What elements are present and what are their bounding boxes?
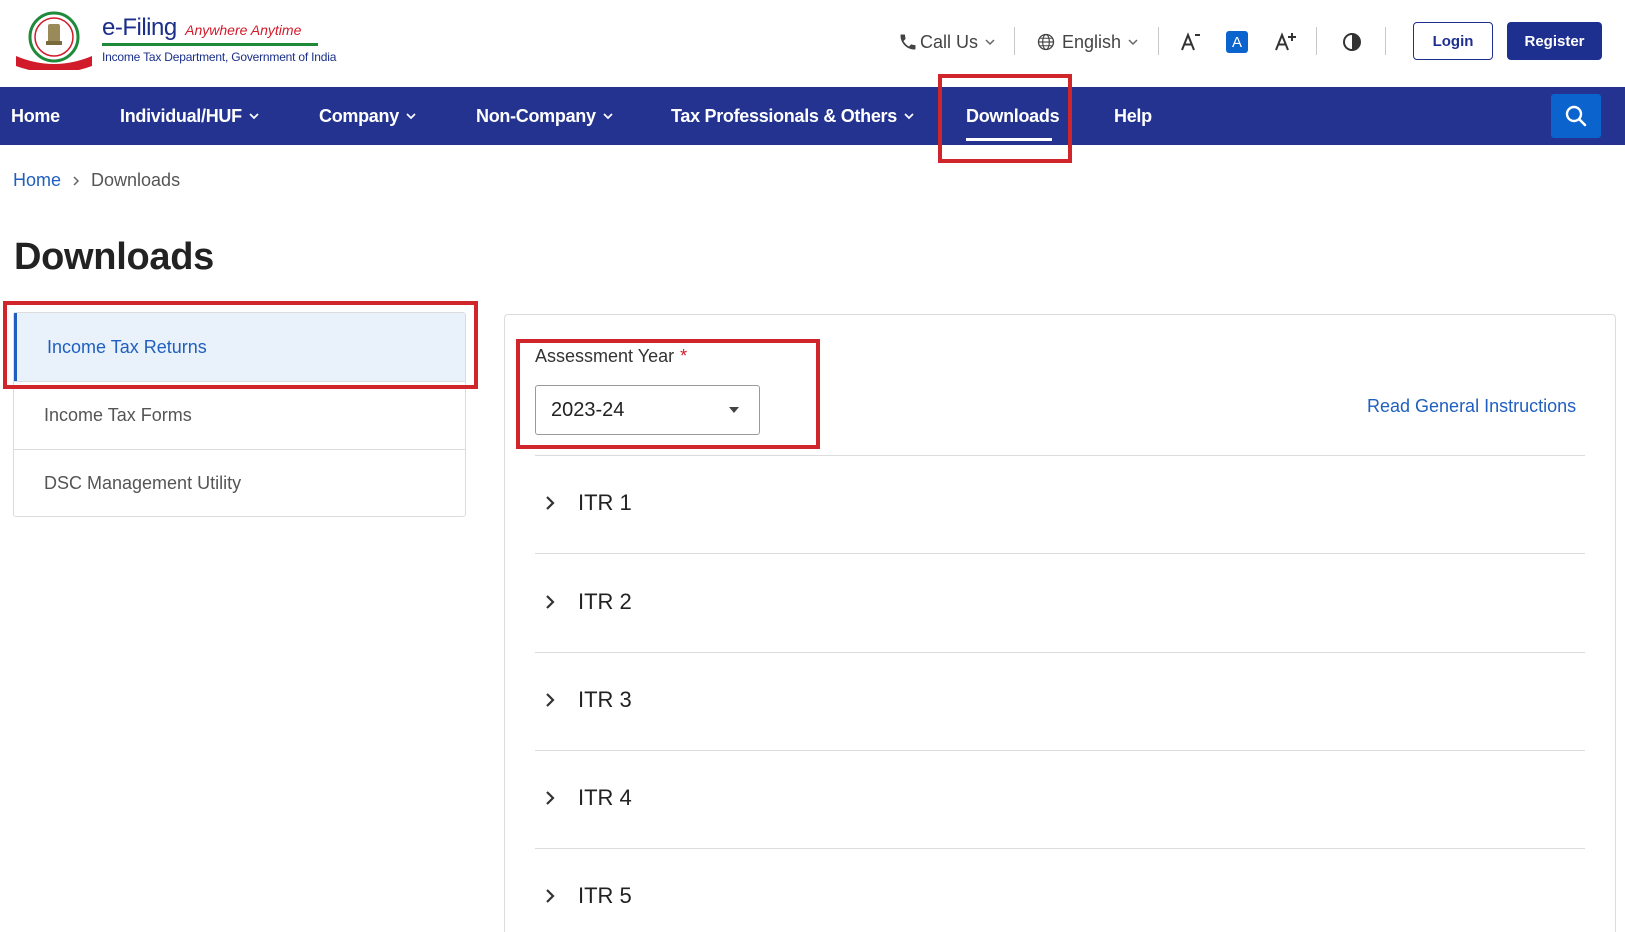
accordion-label: ITR 5 xyxy=(578,883,632,908)
required-mark: * xyxy=(680,346,688,366)
nav-item-help[interactable]: Help xyxy=(1114,87,1152,145)
page-title: Downloads xyxy=(14,236,214,278)
globe-icon xyxy=(1037,33,1055,51)
nav-item-label: Downloads xyxy=(966,105,1060,126)
font-normal-button[interactable]: A xyxy=(1226,22,1248,62)
accordion-divider xyxy=(535,652,1585,653)
breadcrumb: Home Downloads xyxy=(13,170,180,191)
login-button[interactable]: Login xyxy=(1413,22,1493,60)
nav-item-individual-huf[interactable]: Individual/HUF xyxy=(120,87,260,145)
search-button[interactable] xyxy=(1551,94,1601,138)
sidebar-item-dsc-management-utility[interactable]: DSC Management Utility xyxy=(14,450,465,517)
font-increase-icon xyxy=(1275,32,1296,51)
nav-item-label: Help xyxy=(1114,105,1152,126)
downloads-sidebar: Income Tax Returns Income Tax Forms DSC … xyxy=(13,312,466,517)
header-divider xyxy=(1158,27,1159,55)
search-icon xyxy=(1565,105,1587,127)
sidebar-item-label: Income Tax Forms xyxy=(44,405,192,425)
header-divider xyxy=(1385,27,1386,55)
read-general-instructions-link[interactable]: Read General Instructions xyxy=(1367,396,1576,417)
header-tools: Call Us English A Login Register xyxy=(0,22,1625,62)
chevron-right-icon xyxy=(546,791,555,805)
nav-item-label: Company xyxy=(319,105,399,126)
main-nav: Home Individual/HUF Company Non-Company … xyxy=(0,87,1625,145)
chevron-right-icon xyxy=(546,496,555,510)
assessment-year-label: Assessment Year * xyxy=(535,346,687,367)
chevron-down-icon xyxy=(406,113,416,120)
font-decrease-icon xyxy=(1181,32,1200,51)
accordion-itr-5[interactable]: ITR 5 xyxy=(535,866,1585,926)
call-us-dropdown[interactable]: Call Us xyxy=(898,22,996,62)
sidebar-item-label: Income Tax Returns xyxy=(47,336,207,357)
language-label: English xyxy=(1062,31,1122,52)
font-normal-icon: A xyxy=(1226,31,1248,53)
sidebar-item-income-tax-returns[interactable]: Income Tax Returns xyxy=(14,313,465,381)
font-increase-button[interactable] xyxy=(1274,22,1298,62)
nav-item-non-company[interactable]: Non-Company xyxy=(476,87,614,145)
chevron-down-icon xyxy=(985,39,995,46)
accordion-divider xyxy=(535,455,1585,456)
chevron-down-icon xyxy=(1128,39,1138,46)
nav-item-label: Tax Professionals & Others xyxy=(671,105,897,126)
accordion-divider xyxy=(535,750,1585,751)
nav-active-indicator xyxy=(966,138,1052,141)
assessment-year-label-text: Assessment Year xyxy=(535,346,675,366)
accordion-itr-4[interactable]: ITR 4 xyxy=(535,768,1585,828)
header-divider xyxy=(1316,27,1317,55)
accordion-divider xyxy=(535,848,1585,849)
nav-item-home[interactable]: Home xyxy=(11,87,60,145)
accordion-itr-3[interactable]: ITR 3 xyxy=(535,670,1585,730)
accordion-itr-2[interactable]: ITR 2 xyxy=(535,572,1585,632)
contrast-toggle[interactable] xyxy=(1342,22,1362,62)
caret-down-icon xyxy=(729,407,739,413)
site-header: e-Filing Anywhere Anytime Income Tax Dep… xyxy=(0,0,1625,87)
nav-item-company[interactable]: Company xyxy=(319,87,417,145)
chevron-right-icon xyxy=(546,595,555,609)
accordion-divider xyxy=(535,553,1585,554)
assessment-year-select[interactable]: 2023-24 xyxy=(535,385,760,435)
breadcrumb-home-link[interactable]: Home xyxy=(13,170,61,191)
chevron-right-icon xyxy=(73,175,80,186)
accordion-label: ITR 2 xyxy=(578,589,632,614)
accordion-itr-1[interactable]: ITR 1 xyxy=(535,473,1585,533)
call-us-label: Call Us xyxy=(920,31,979,52)
register-button[interactable]: Register xyxy=(1507,22,1602,60)
chevron-down-icon xyxy=(603,113,613,120)
accordion-label: ITR 1 xyxy=(578,490,632,515)
chevron-down-icon xyxy=(904,113,914,120)
nav-item-label: Individual/HUF xyxy=(120,105,242,126)
contrast-icon xyxy=(1343,33,1361,51)
nav-item-downloads[interactable]: Downloads xyxy=(966,87,1060,145)
chevron-right-icon xyxy=(546,889,555,903)
nav-item-tax-professionals[interactable]: Tax Professionals & Others xyxy=(671,87,915,145)
accordion-label: ITR 3 xyxy=(578,687,632,712)
accordion-label: ITR 4 xyxy=(578,785,632,810)
sidebar-item-income-tax-forms[interactable]: Income Tax Forms xyxy=(14,382,465,449)
header-divider xyxy=(1014,27,1015,55)
phone-icon xyxy=(900,34,916,50)
assessment-year-value: 2023-24 xyxy=(551,398,625,421)
sidebar-item-label: DSC Management Utility xyxy=(44,473,242,493)
nav-item-label: Non-Company xyxy=(476,105,596,126)
language-dropdown[interactable]: English xyxy=(1036,22,1139,62)
chevron-down-icon xyxy=(249,113,259,120)
breadcrumb-current: Downloads xyxy=(91,170,181,190)
font-decrease-button[interactable] xyxy=(1180,22,1202,62)
chevron-right-icon xyxy=(546,693,555,707)
nav-item-label: Home xyxy=(11,105,60,126)
